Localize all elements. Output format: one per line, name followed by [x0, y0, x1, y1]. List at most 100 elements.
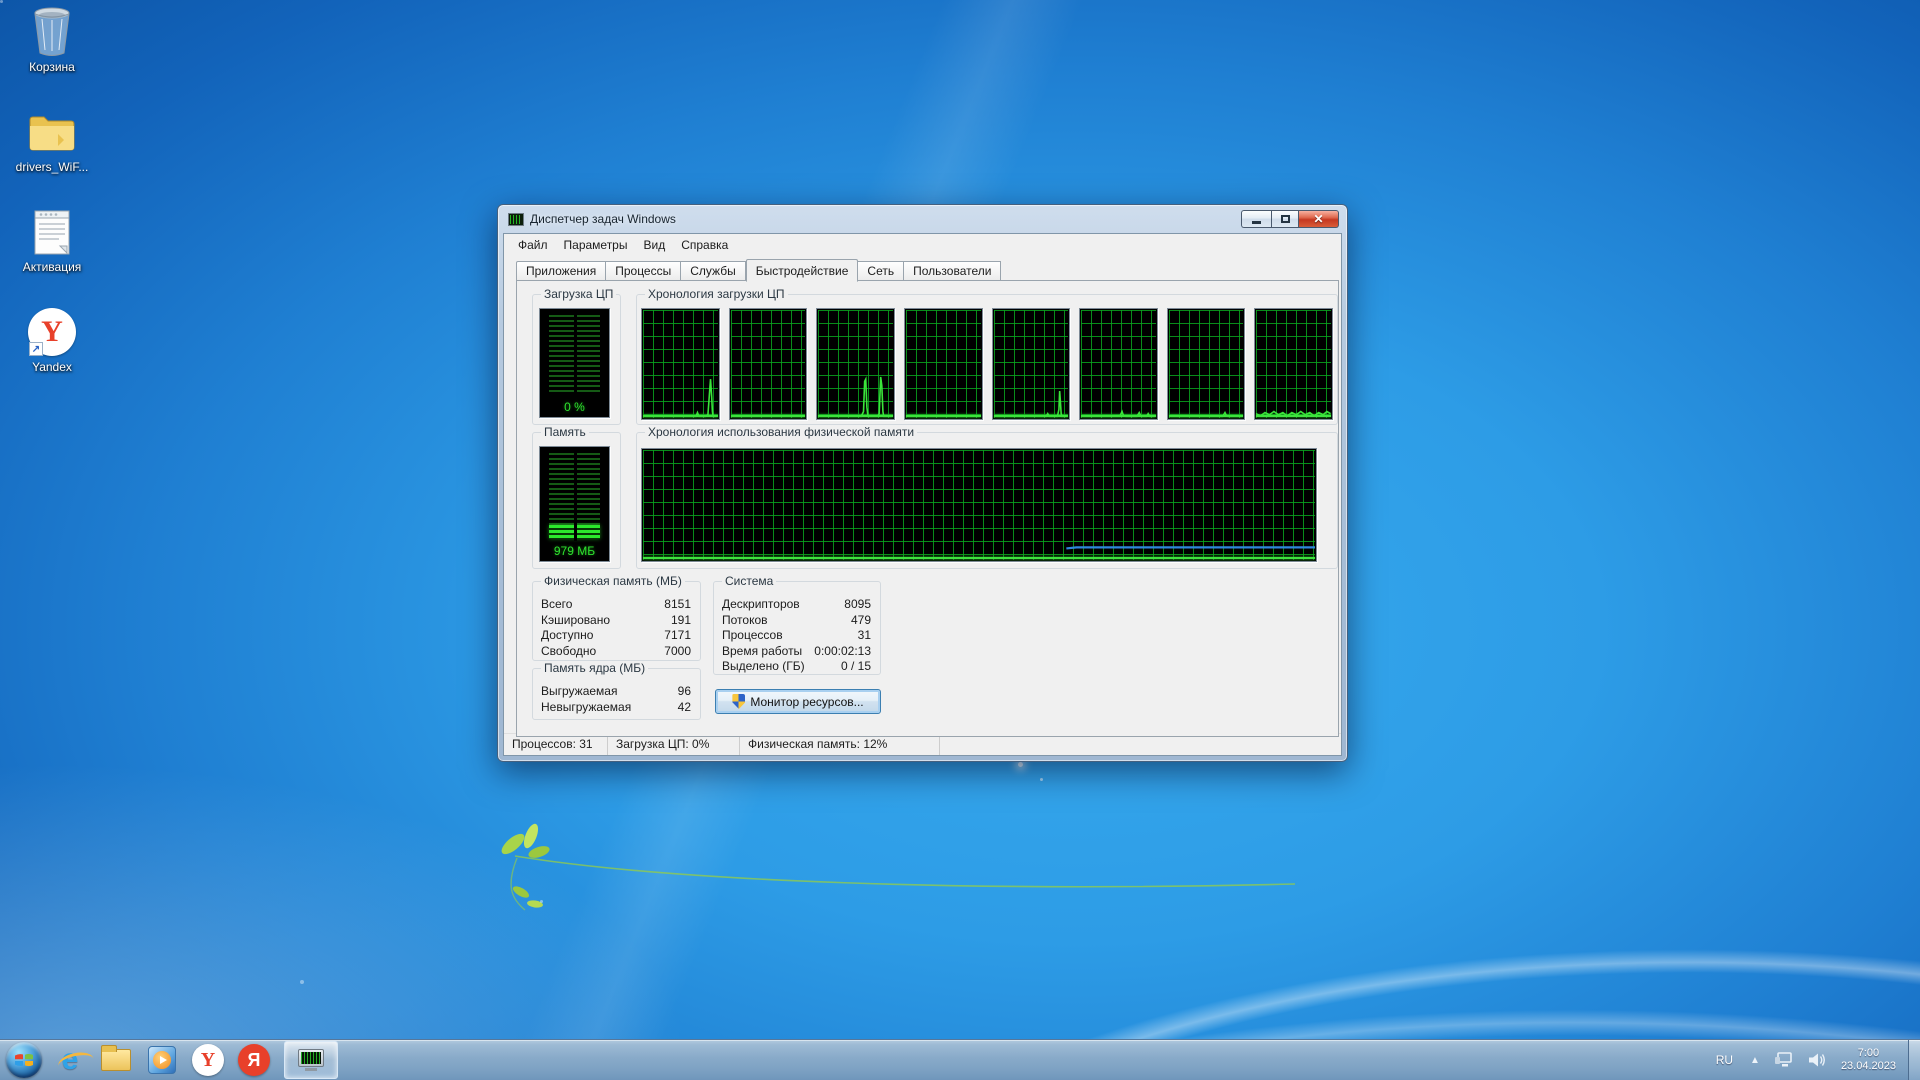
- kernel-memory-group: Память ядра (МБ) Выгружаемая96 Невыгружа…: [532, 668, 701, 720]
- shortcut-arrow-icon: ↗: [29, 342, 43, 356]
- system-group-title: Система: [722, 574, 776, 588]
- stat-row: Всего8151: [541, 597, 691, 613]
- system-group: Система Дескрипторов8095 Потоков479 Проц…: [713, 581, 881, 675]
- network-icon[interactable]: [1774, 1051, 1794, 1069]
- taskbar-clock[interactable]: 7:00 23.04.2023: [1833, 1047, 1908, 1073]
- maximize-icon: [1281, 215, 1290, 223]
- cpu-usage-group-title: Загрузка ЦП: [541, 287, 616, 301]
- cpu-history-graph-6: [1079, 308, 1158, 420]
- cpu-history-graph-3: [816, 308, 895, 420]
- tab-applications[interactable]: Приложения: [516, 261, 606, 281]
- stat-row: Время работы0:00:02:13: [722, 644, 871, 660]
- cpu-history-graph-7: [1167, 308, 1246, 420]
- memory-usage-value: 979 МБ: [540, 544, 609, 558]
- wallpaper-sparkle: [1040, 778, 1043, 781]
- menu-options[interactable]: Параметры: [556, 235, 636, 255]
- minimize-button[interactable]: [1241, 210, 1271, 228]
- window-titlebar[interactable]: Диспетчер задач Windows: [498, 205, 1347, 233]
- wallpaper-sparkle: [540, 900, 543, 903]
- cpu-usage-gauge: 0 %: [539, 308, 610, 418]
- cpu-history-group: Хронология загрузки ЦП: [636, 294, 1338, 425]
- clock-time: 7:00: [1841, 1047, 1896, 1060]
- memory-history-graph: [641, 448, 1317, 562]
- menu-bar: Файл Параметры Вид Справка: [504, 234, 1341, 256]
- close-button[interactable]: ✕: [1299, 210, 1339, 228]
- taskbar-yandex-browser[interactable]: Y: [188, 1040, 228, 1080]
- stat-row: Процессов31: [722, 628, 871, 644]
- stat-row: Свободно7000: [541, 644, 691, 660]
- explorer-folder-icon: [101, 1049, 131, 1071]
- internet-explorer-icon: e: [62, 1045, 79, 1075]
- window-client-area: Файл Параметры Вид Справка Приложения Пр…: [503, 233, 1342, 756]
- maximize-button[interactable]: [1271, 210, 1299, 228]
- tab-network[interactable]: Сеть: [858, 261, 904, 281]
- cpu-usage-group: Загрузка ЦП 0 %: [532, 294, 621, 425]
- stat-row: Выделено (ГБ)0 / 15: [722, 659, 871, 675]
- taskbar: e Y Я RU ▲: [0, 1039, 1920, 1080]
- window-title: Диспетчер задач Windows: [530, 212, 676, 226]
- cpu-history-graph-2: [729, 308, 808, 420]
- stat-row: Дескрипторов8095: [722, 597, 871, 613]
- desktop-icon-label: drivers_WiF...: [16, 161, 89, 174]
- physical-memory-group-title: Физическая память (МБ): [541, 574, 685, 588]
- wallpaper-sparkle: [300, 980, 304, 984]
- window-controls: ✕: [1241, 210, 1339, 228]
- desktop-icon-label: Активация: [23, 261, 82, 274]
- resource-monitor-button[interactable]: Монитор ресурсов...: [715, 689, 881, 714]
- task-manager-app-icon: [508, 213, 524, 226]
- text-document-icon: [26, 206, 78, 258]
- kernel-memory-group-title: Память ядра (МБ): [541, 661, 648, 675]
- task-manager-window: Диспетчер задач Windows ✕ Файл Параметры…: [497, 204, 1348, 762]
- tab-performance[interactable]: Быстродействие: [746, 259, 859, 282]
- start-button[interactable]: [4, 1040, 44, 1080]
- taskbar-media-player[interactable]: [142, 1040, 182, 1080]
- cpu-usage-value: 0 %: [540, 400, 609, 414]
- system-tray: RU ▲ 7:00 23.04.2023: [1706, 1040, 1920, 1080]
- cpu-history-graph-8: [1254, 308, 1333, 420]
- task-manager-icon: [298, 1049, 324, 1071]
- wallpaper-sparkle: [0, 0, 3, 3]
- tab-processes[interactable]: Процессы: [606, 261, 681, 281]
- tab-services[interactable]: Службы: [681, 261, 745, 281]
- taskbar-task-manager-active[interactable]: [284, 1041, 338, 1079]
- recycle-bin-icon: [26, 6, 78, 58]
- desktop-icon-recycle-bin[interactable]: Корзина: [6, 6, 98, 106]
- cpu-history-graph-1: [641, 308, 720, 420]
- taskbar-windows-explorer[interactable]: [96, 1040, 136, 1080]
- wallpaper-sprig: [495, 818, 1315, 918]
- taskbar-internet-explorer[interactable]: e: [50, 1040, 90, 1080]
- stat-row: Кэшировано191: [541, 613, 691, 629]
- desktop-icon-activation[interactable]: Активация: [6, 206, 98, 306]
- memory-history-group-title: Хронология использования физической памя…: [645, 425, 917, 439]
- media-player-icon: [148, 1046, 176, 1074]
- cpu-history-group-title: Хронология загрузки ЦП: [645, 287, 788, 301]
- stat-row: Потоков479: [722, 613, 871, 629]
- status-processes: Процессов: 31: [504, 734, 608, 755]
- memory-gauge-group: Память 979 МБ: [532, 432, 621, 569]
- taskbar-yandex-app[interactable]: Я: [234, 1040, 274, 1080]
- menu-help[interactable]: Справка: [673, 235, 736, 255]
- clock-date: 23.04.2023: [1841, 1060, 1896, 1073]
- desktop-icon-drivers-folder[interactable]: drivers_WiF...: [6, 106, 98, 206]
- yandex-browser-icon: Y: [192, 1044, 224, 1076]
- language-indicator[interactable]: RU: [1706, 1053, 1743, 1067]
- desktop-icons: Корзина drivers_WiF...: [6, 6, 98, 406]
- cpu-history-graph-5: [992, 308, 1071, 420]
- cpu-history-panels: [641, 308, 1333, 420]
- physical-memory-group: Физическая память (МБ) Всего8151 Кэширов…: [532, 581, 701, 661]
- desktop-icon-yandex[interactable]: Y ↗ Yandex: [6, 306, 98, 406]
- minimize-icon: [1252, 221, 1261, 224]
- desktop: Корзина drivers_WiF...: [0, 0, 1920, 1080]
- menu-view[interactable]: Вид: [635, 235, 673, 255]
- volume-icon[interactable]: [1808, 1052, 1826, 1068]
- desktop-icon-label: Yandex: [32, 361, 72, 374]
- performance-tab-page: Загрузка ЦП 0 % Хронология загрузки ЦП: [516, 280, 1339, 737]
- tab-users[interactable]: Пользователи: [904, 261, 1001, 281]
- show-desktop-button[interactable]: [1908, 1040, 1920, 1080]
- yandex-app-icon: Я: [238, 1044, 270, 1076]
- windows-logo-icon: [6, 1042, 42, 1078]
- menu-file[interactable]: Файл: [510, 235, 556, 255]
- folder-icon: [26, 106, 78, 158]
- yandex-browser-icon: Y ↗: [26, 306, 78, 358]
- hidden-icons-arrow[interactable]: ▲: [1750, 1055, 1760, 1066]
